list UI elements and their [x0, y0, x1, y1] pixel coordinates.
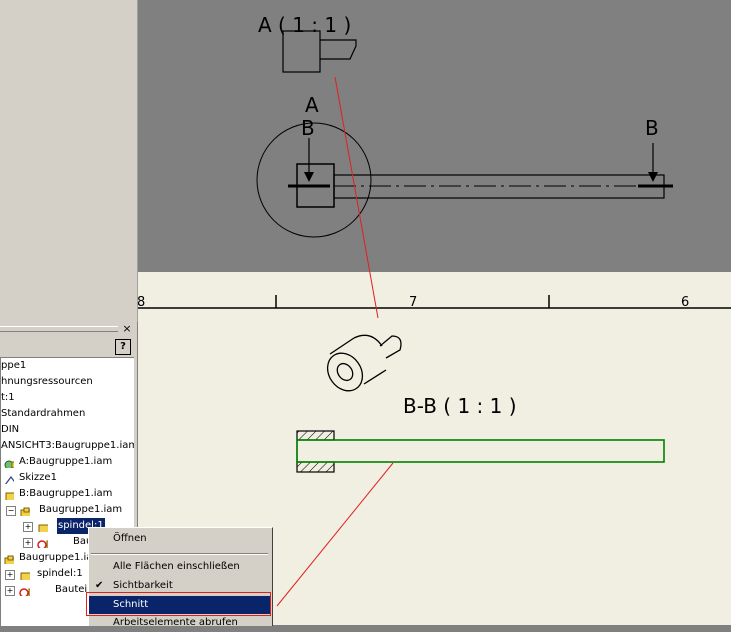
menu-item-open[interactable]: Öffnen	[89, 530, 270, 548]
annotation-highlight-box	[86, 592, 271, 616]
expand-icon[interactable]: +	[5, 586, 15, 596]
menu-separator	[91, 553, 268, 555]
assembly-icon	[20, 507, 30, 516]
expand-icon[interactable]: +	[23, 538, 33, 548]
part-icon	[20, 572, 30, 580]
part-icon	[38, 524, 48, 532]
panel-grip[interactable]	[0, 326, 118, 332]
expand-icon[interactable]: +	[23, 522, 33, 532]
tree-item[interactable]: Baugruppe1.ia	[19, 550, 92, 566]
expand-icon[interactable]: +	[5, 570, 15, 580]
component-icon	[19, 588, 30, 596]
help-icon[interactable]: ?	[115, 339, 131, 355]
component-icon	[37, 540, 48, 548]
sketch-icon	[5, 476, 14, 484]
view-icon	[5, 492, 14, 500]
tree-item[interactable]: spindel:1	[37, 566, 83, 582]
tree-item[interactable]: DIN	[1, 422, 19, 438]
collapse-icon[interactable]: −	[6, 506, 16, 516]
tree-item[interactable]: Standardrahmen	[1, 406, 85, 422]
left-panel-area	[0, 0, 138, 322]
menu-item-get-work-features[interactable]: Arbeitselemente abrufen	[89, 614, 270, 632]
tree-item[interactable]: A:Baugruppe1.iam	[19, 454, 112, 470]
tree-item[interactable]: Skizze1	[19, 470, 57, 486]
menu-item-include-all-faces[interactable]: Alle Flächen einschließen	[89, 558, 270, 576]
tree-item[interactable]: ANSICHT3:Baugruppe1.iam	[1, 438, 134, 454]
tree-item[interactable]: ppe1	[1, 358, 26, 374]
tree-item[interactable]: Bauteil	[55, 582, 90, 598]
assembly-icon	[4, 555, 14, 564]
tree-item[interactable]: t:1	[1, 390, 15, 406]
browser-toolbar	[0, 338, 133, 356]
drawing-canvas-background[interactable]	[138, 0, 731, 272]
tree-item[interactable]: B:Baugruppe1.iam	[19, 486, 112, 502]
tree-item[interactable]: hnungsressourcen	[1, 374, 93, 390]
view-icon	[4, 460, 14, 468]
close-icon[interactable]: ×	[121, 322, 133, 335]
tree-item[interactable]: Baugruppe1.iam	[39, 502, 122, 518]
